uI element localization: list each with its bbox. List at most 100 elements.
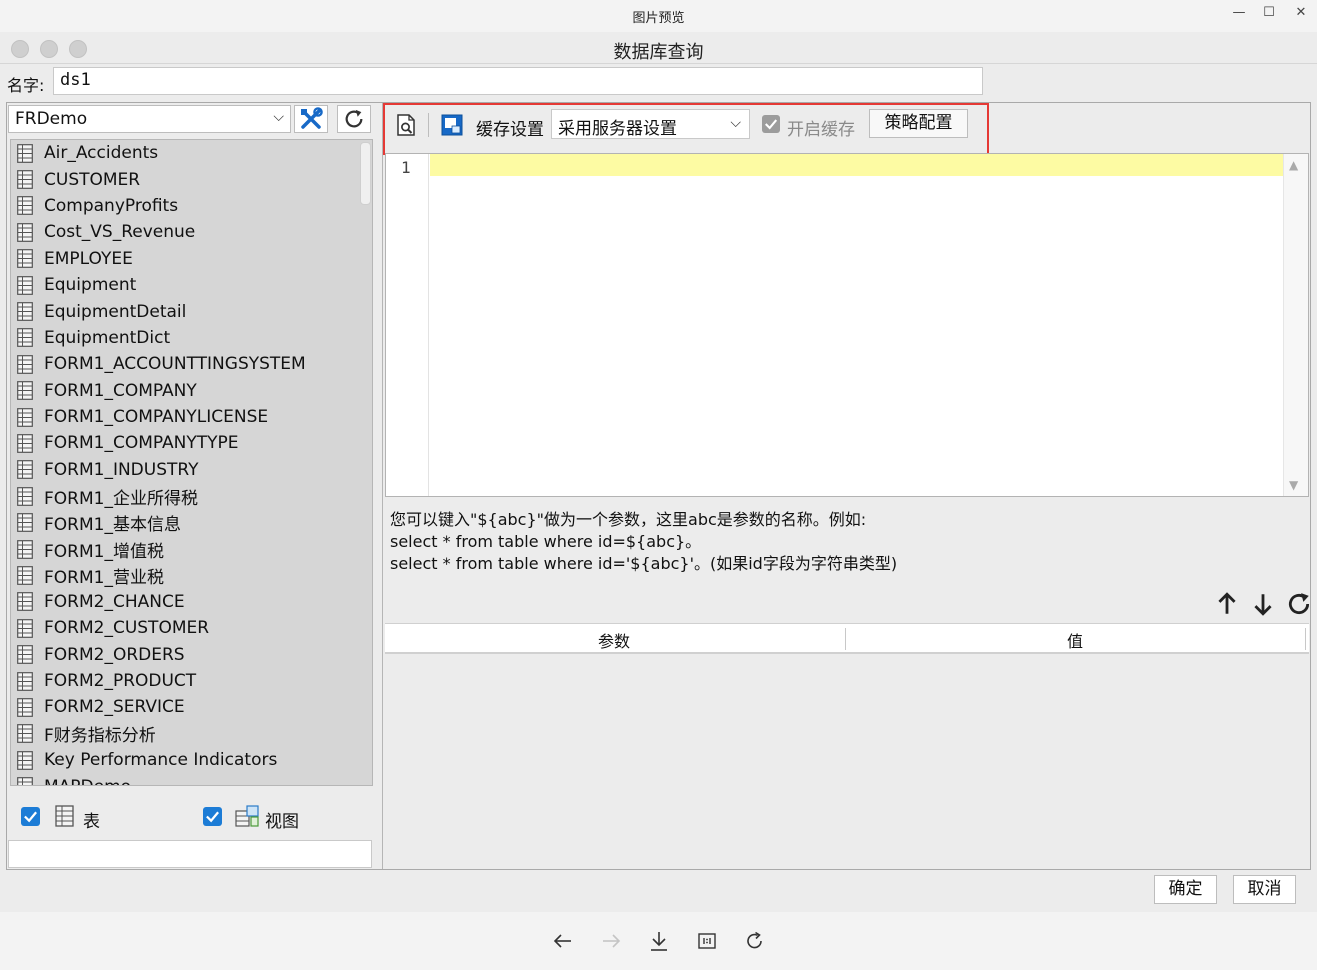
table-list-item-label: FORM1_营业税: [44, 567, 164, 588]
close-button[interactable]: ✕: [1288, 4, 1314, 22]
table-icon: [17, 143, 33, 163]
strategy-config-button[interactable]: 策略配置: [869, 109, 968, 138]
check-icon: [24, 811, 37, 823]
show-tables-checkbox[interactable]: [21, 807, 40, 826]
cache-mode-value: 采用服务器设置: [558, 119, 677, 139]
check-icon: [765, 119, 778, 130]
refresh-params-icon[interactable]: [1286, 591, 1312, 617]
table-list-item[interactable]: FORM1_INDUSTRY: [11, 457, 372, 483]
table-list-item-label: F财务指标分析: [44, 726, 156, 747]
toolbar-divider: [428, 113, 429, 137]
show-tables-label: 表: [83, 812, 100, 832]
editor-scrollbar[interactable]: ▲ ▼: [1283, 154, 1308, 496]
table-icon: [17, 275, 33, 295]
table-list-item[interactable]: FORM2_ORDERS: [11, 641, 372, 667]
table-list-item-label: Key Performance Indicators: [44, 750, 278, 771]
table-list-item[interactable]: Equipment: [11, 272, 372, 298]
table-icon: [17, 592, 33, 612]
table-icon: [55, 805, 74, 827]
datasource-select[interactable]: FRDemo ⌵: [8, 105, 291, 133]
table-icon: [17, 539, 33, 559]
table-icon: [17, 566, 33, 585]
arrow-left-icon[interactable]: [551, 930, 575, 952]
table-list-item[interactable]: FORM2_SERVICE: [11, 694, 372, 720]
value-column-header[interactable]: 值: [1067, 628, 1083, 652]
table-list-item[interactable]: FORM1_COMPANY: [11, 378, 372, 404]
show-views-checkbox[interactable]: [203, 807, 222, 826]
table-icon: [17, 724, 33, 744]
table-list-item-label: EMPLOYEE: [44, 248, 133, 269]
cancel-button[interactable]: 取消: [1233, 875, 1296, 904]
table-list-item-label: FORM1_基本信息: [44, 515, 181, 536]
refresh-tables-button[interactable]: [337, 105, 371, 133]
table-list-item[interactable]: CompanyProfits: [11, 193, 372, 219]
cache-mode-select[interactable]: 采用服务器设置 ⌵: [551, 109, 750, 139]
table-list-item[interactable]: EquipmentDetail: [11, 298, 372, 324]
connection-settings-button[interactable]: [294, 105, 328, 133]
query-pane: 缓存设置 采用服务器设置 ⌵ 开启缓存 策略配置 1 ▲ ▼ 您可以键入"${a…: [383, 103, 1312, 869]
table-list-item-label: FORM1_增值税: [44, 541, 164, 562]
actual-size-icon[interactable]: [695, 930, 719, 952]
table-list-item[interactable]: Key Performance Indicators: [11, 747, 372, 773]
move-up-icon[interactable]: [1214, 591, 1240, 617]
table-icon: [17, 170, 33, 189]
table-icon: [17, 460, 33, 480]
table-list-item[interactable]: F财务指标分析: [11, 721, 372, 747]
table-icon: [17, 486, 33, 506]
table-icon: [17, 777, 33, 785]
table-list-item[interactable]: FORM1_COMPANYLICENSE: [11, 404, 372, 430]
table-list-item-label: FORM2_ORDERS: [44, 644, 185, 665]
arrow-right-icon[interactable]: [599, 930, 623, 952]
table-list-item[interactable]: Air_Accidents: [11, 140, 372, 166]
ok-button[interactable]: 确定: [1154, 875, 1217, 904]
table-list-item[interactable]: FORM1_企业所得税: [11, 483, 372, 509]
param-column-header[interactable]: 参数: [598, 628, 630, 652]
table-list-item[interactable]: FORM1_基本信息: [11, 509, 372, 535]
table-icon: [17, 222, 33, 242]
name-input[interactable]: ds1: [53, 67, 983, 95]
wrench-screwdriver-icon: [301, 107, 323, 129]
scroll-up-icon[interactable]: ▲: [1289, 158, 1298, 172]
show-views-label: 视图: [265, 812, 299, 832]
table-list-item-label: CUSTOMER: [44, 169, 141, 190]
sql-editor[interactable]: 1 ▲ ▼: [385, 153, 1309, 497]
table-list-item[interactable]: FORM1_COMPANYTYPE: [11, 430, 372, 456]
table-list-item-label: FORM1_COMPANYLICENSE: [44, 407, 269, 428]
table-list-item[interactable]: FORM1_营业税: [11, 562, 372, 588]
enable-cache-checkbox[interactable]: [762, 115, 780, 133]
table-icon: [17, 328, 33, 348]
table-list-item-label: FORM1_INDUSTRY: [44, 459, 199, 480]
line-number-gutter: 1: [386, 154, 429, 496]
table-list-item-label: FORM2_CUSTOMER: [44, 618, 210, 639]
rotate-icon[interactable]: [743, 930, 767, 952]
table-icon: [17, 671, 33, 691]
maximize-button[interactable]: ☐: [1256, 4, 1282, 22]
table-list-item[interactable]: EquipmentDict: [11, 325, 372, 351]
table-list-item[interactable]: FORM2_CHANCE: [11, 589, 372, 615]
title-divider: [0, 63, 1317, 64]
chevron-down-icon: ⌵: [730, 115, 741, 131]
table-list-item[interactable]: MAPDemo: [11, 773, 372, 785]
parameter-table[interactable]: 参数 值: [385, 623, 1309, 869]
minimize-button[interactable]: —: [1226, 4, 1252, 22]
move-down-icon[interactable]: [1250, 591, 1276, 617]
table-list-item[interactable]: FORM1_增值税: [11, 536, 372, 562]
table-list-item[interactable]: FORM2_PRODUCT: [11, 668, 372, 694]
table-list-item-label: Air_Accidents: [44, 143, 159, 164]
table-list-item[interactable]: Cost_VS_Revenue: [11, 219, 372, 245]
table-list-item[interactable]: EMPLOYEE: [11, 246, 372, 272]
table-search-input[interactable]: [8, 840, 372, 868]
table-icon: [17, 697, 33, 717]
preview-query-icon[interactable]: [394, 113, 418, 137]
table-list-item[interactable]: FORM2_CUSTOMER: [11, 615, 372, 641]
table-list-item-label: Equipment: [44, 275, 137, 296]
table-list-scrollbar[interactable]: [360, 142, 371, 205]
scroll-down-icon[interactable]: ▼: [1289, 478, 1298, 492]
table-list[interactable]: Air_Accidents CUSTOMER CompanyProfits Cost_…: [10, 139, 373, 786]
table-list-item[interactable]: FORM1_ACCOUNTTINGSYSTEM: [11, 351, 372, 377]
parameter-table-header: 参数 值: [385, 624, 1309, 654]
main-panel: FRDemo ⌵ Air_Accidents CUSTOMER CompanyPr: [6, 102, 1311, 870]
table-type-filters: 表 视图: [7, 799, 383, 835]
download-icon[interactable]: [647, 930, 671, 952]
table-list-item[interactable]: CUSTOMER: [11, 166, 372, 192]
